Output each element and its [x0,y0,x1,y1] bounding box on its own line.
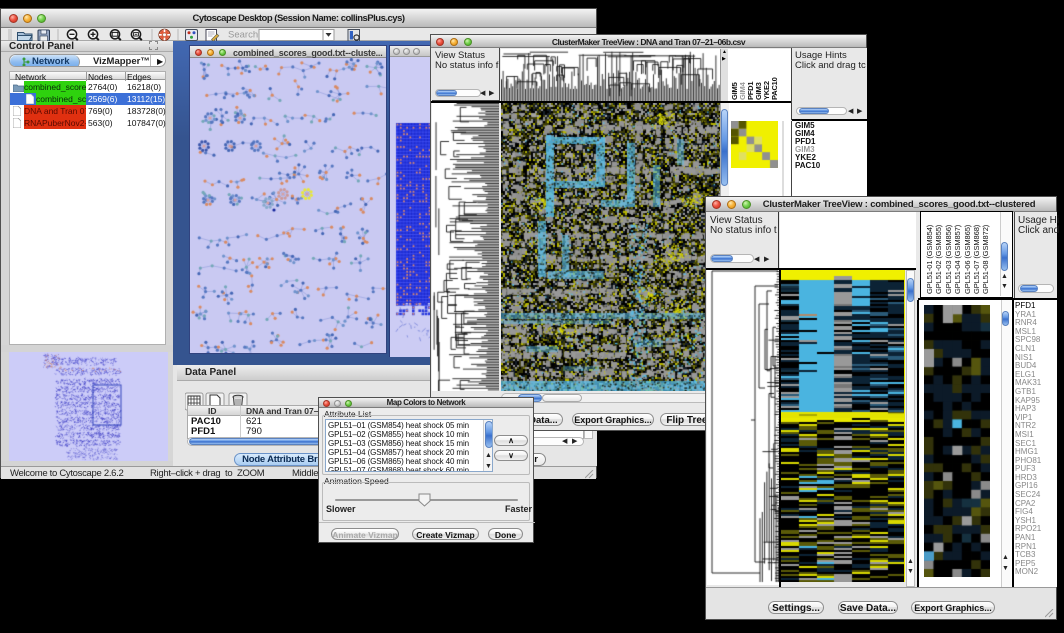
svg-text:Search:: Search: [228,30,261,41]
